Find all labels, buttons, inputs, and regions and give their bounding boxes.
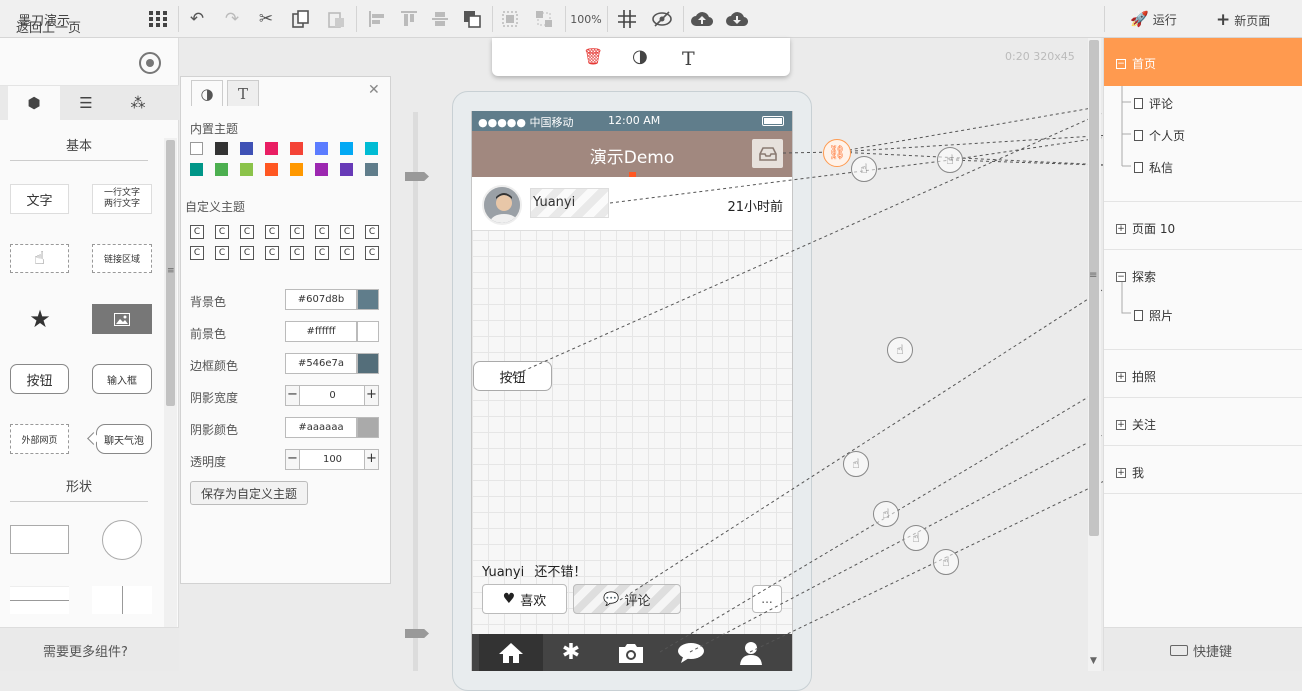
canvas-resize-handle[interactable]: ≡	[1089, 270, 1097, 281]
tree-lines	[1121, 86, 1131, 167]
contrast-icon[interactable]: ◑	[632, 46, 648, 67]
link-chain-icon[interactable]: ⛓	[823, 139, 851, 167]
shortcuts-button[interactable]: 快捷键	[1170, 641, 1232, 660]
pages-panel	[1103, 38, 1302, 671]
page-child-label: 个人页	[1149, 129, 1186, 143]
keyboard-icon	[1170, 645, 1188, 656]
page-follow[interactable]: + 关注	[1116, 416, 1156, 433]
file-icon	[1134, 162, 1143, 173]
collapse-icon[interactable]: −	[1116, 271, 1126, 282]
page-camera[interactable]: + 拍照	[1116, 368, 1156, 385]
page-10-label: 页面 10	[1132, 222, 1176, 236]
hotspot-hand-icon[interactable]: ☝	[873, 501, 899, 527]
hotspot-hand-icon[interactable]: ☝	[887, 337, 913, 363]
file-icon	[1134, 310, 1143, 321]
page-child[interactable]: 个人页	[1134, 127, 1185, 144]
expand-icon[interactable]: +	[1116, 467, 1126, 478]
page-me[interactable]: + 我	[1116, 464, 1144, 481]
hotspot-hand-icon[interactable]: ☝	[903, 525, 929, 551]
page-home-label: 首页	[1132, 57, 1157, 71]
file-icon	[1134, 98, 1143, 109]
expand-icon[interactable]: +	[1116, 223, 1126, 234]
page-explore-label: 探索	[1132, 270, 1157, 284]
page-10[interactable]: + 页面 10	[1116, 220, 1175, 237]
page-follow-label: 关注	[1132, 418, 1157, 432]
hotspot-hand-icon[interactable]: ☝	[843, 451, 869, 477]
page-camera-label: 拍照	[1132, 370, 1157, 384]
expand-icon[interactable]: +	[1116, 419, 1126, 430]
collapse-icon[interactable]: −	[1116, 58, 1126, 69]
page-child-label: 评论	[1149, 97, 1174, 111]
page-child-label: 私信	[1149, 161, 1174, 175]
page-child[interactable]: 照片	[1134, 307, 1173, 324]
page-home[interactable]: − 首页	[1116, 55, 1156, 72]
file-icon	[1134, 130, 1143, 141]
text-icon[interactable]: T	[682, 48, 695, 70]
canvas-scroll-thumb[interactable]	[1089, 40, 1099, 536]
trash-icon[interactable]: 🗑	[583, 47, 603, 66]
page-child[interactable]: 私信	[1134, 159, 1173, 176]
page-me-label: 我	[1132, 466, 1145, 480]
page-child-label: 照片	[1149, 309, 1174, 323]
tree-lines	[1121, 282, 1131, 314]
scroll-down-arrow[interactable]: ▼	[1090, 656, 1097, 666]
page-child[interactable]: 评论	[1134, 95, 1173, 112]
expand-icon[interactable]: +	[1116, 371, 1126, 382]
hotspot-hand-icon[interactable]: ☝	[933, 549, 959, 575]
shortcuts-label: 快捷键	[1193, 645, 1233, 660]
hotspot-hand-icon[interactable]: ☝	[851, 156, 877, 182]
hotspot-hand-icon[interactable]: ☝	[937, 147, 963, 173]
